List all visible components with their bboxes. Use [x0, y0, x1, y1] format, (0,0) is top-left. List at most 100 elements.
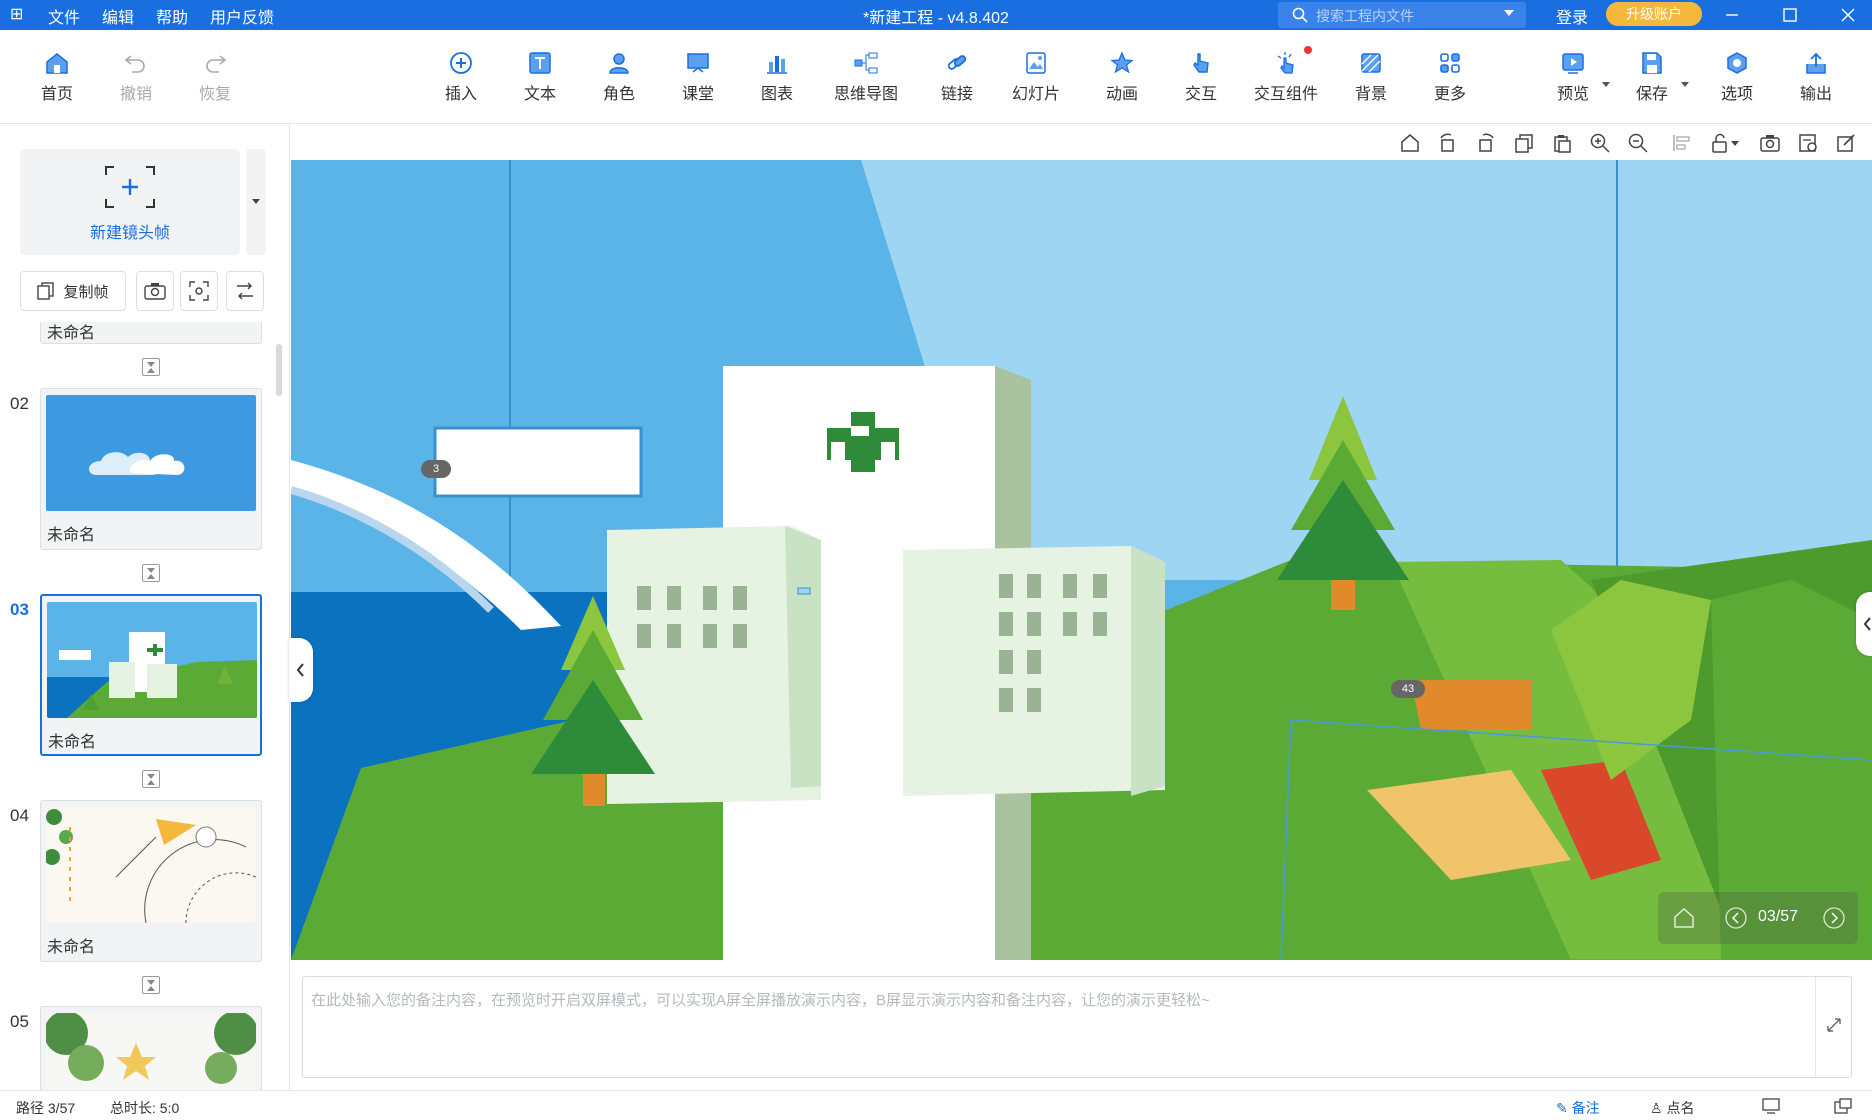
export-button[interactable]: 输出 [1781, 50, 1851, 104]
copy-icon[interactable] [1513, 132, 1535, 154]
text-icon [529, 52, 551, 74]
menu-edit[interactable]: 编辑 [102, 4, 134, 28]
search-dropdown-icon[interactable] [1504, 10, 1514, 16]
interactive-widget-button[interactable]: 交互组件 [1246, 46, 1326, 104]
save-dropdown-icon[interactable] [1681, 82, 1689, 87]
slide-list-scrollbar[interactable] [276, 344, 282, 396]
preview-dropdown-icon[interactable] [1602, 82, 1610, 87]
search-input[interactable]: 搜索工程内文件 [1278, 2, 1526, 28]
menu-file[interactable]: 文件 [48, 4, 80, 28]
grid-icon [1440, 53, 1460, 73]
classroom-button[interactable]: 课堂 [663, 50, 733, 104]
animation-button[interactable]: 动画 [1087, 50, 1157, 104]
home-view-icon[interactable] [1672, 906, 1696, 930]
options-button[interactable]: 选项 [1702, 50, 1772, 104]
undo-button[interactable]: 撤销 [101, 50, 171, 104]
minimize-icon[interactable] [1712, 0, 1752, 30]
transition-icon[interactable] [142, 358, 160, 376]
chevron-left-icon [296, 663, 304, 677]
mindmap-button[interactable]: 思维导图 [826, 50, 906, 104]
transition-icon[interactable] [142, 564, 160, 582]
character-button[interactable]: 角色 [584, 50, 654, 104]
insert-button[interactable]: 插入 [426, 50, 496, 104]
save-label: 保存 [1635, 86, 1668, 103]
editing-canvas[interactable]: 3 43 [291, 160, 1872, 960]
slide-number: 05 [10, 1012, 29, 1031]
close-icon[interactable] [1828, 0, 1868, 30]
text-button[interactable]: 文本 [505, 50, 575, 104]
redo-icon [206, 55, 227, 73]
rotate-right-icon[interactable] [1475, 132, 1497, 154]
screenshot-icon[interactable] [1759, 132, 1781, 154]
options-label: 选项 [1720, 86, 1753, 103]
slide-list[interactable]: 未命名 02 未命名 03 未命名 04 未命名 05 [0, 322, 289, 1090]
mindmap-icon [854, 52, 878, 74]
slide-item-02[interactable]: 未命名 [40, 388, 262, 550]
zoom-in-icon[interactable] [1589, 132, 1611, 154]
slide-item-04[interactable]: 未命名 [40, 800, 262, 962]
maximize-icon[interactable] [1770, 0, 1810, 30]
background-button[interactable]: 背景 [1336, 50, 1406, 104]
capture-frame-button[interactable] [180, 271, 218, 311]
align-left-icon[interactable] [1671, 132, 1693, 154]
screen-icon[interactable] [1762, 1098, 1780, 1114]
lock-dropdown-icon[interactable] [1729, 132, 1741, 154]
copy-frame-button[interactable]: 复制帧 [20, 271, 126, 311]
slide-item-05[interactable] [40, 1006, 262, 1090]
textbox-badge[interactable]: 3 [421, 460, 451, 478]
rotate-left-icon[interactable] [1437, 132, 1459, 154]
transition-icon[interactable] [142, 770, 160, 788]
link-button[interactable]: 链接 [922, 50, 992, 104]
sort-icon [237, 282, 253, 300]
slide-item-01[interactable]: 未命名 [40, 322, 262, 344]
new-frame-button[interactable]: 新建镜头帧 [20, 149, 240, 255]
slide-thumbnail [46, 395, 256, 511]
menu-help[interactable]: 帮助 [156, 4, 188, 28]
chevron-left-icon [1863, 617, 1871, 631]
star-icon [1110, 51, 1134, 74]
object-badge[interactable]: 43 [1391, 680, 1425, 698]
paste-icon[interactable] [1551, 132, 1573, 154]
next-frame-icon[interactable] [1822, 906, 1846, 930]
app-logo-icon[interactable]: ⊞ [10, 4, 23, 24]
notes-toggle-icon: ✎ [1556, 1100, 1572, 1116]
window-mode-icon[interactable] [1834, 1098, 1852, 1114]
chart-button[interactable]: 图表 [742, 50, 812, 104]
frame-settings-button[interactable] [226, 271, 264, 311]
more-button[interactable]: 更多 [1415, 50, 1485, 104]
redo-button[interactable]: 恢复 [180, 50, 250, 104]
edit-icon[interactable] [1835, 132, 1857, 154]
lock-icon[interactable] [1709, 132, 1731, 154]
link-label: 链接 [940, 86, 973, 103]
animation-label: 动画 [1105, 86, 1138, 103]
camera-icon [144, 283, 166, 300]
menu-feedback[interactable]: 用户反馈 [210, 4, 274, 28]
notes-input[interactable]: 在此处输入您的备注内容，在预览时开启双屏模式，可以实现A屏全屏播放演示内容，B屏… [302, 976, 1852, 1078]
notes-toggle[interactable]: ✎ 备注 [1556, 1098, 1600, 1118]
zoom-out-icon[interactable] [1627, 132, 1649, 154]
search-icon [1292, 7, 1308, 23]
slide-item-03[interactable]: 未命名 [40, 594, 262, 756]
slide-thumbnail [46, 807, 256, 923]
preview-button[interactable]: 预览 [1538, 50, 1610, 104]
new-frame-dropdown[interactable] [246, 149, 266, 255]
undo-label: 撤销 [119, 86, 152, 103]
rollcall-button[interactable]: ♙ 点名 [1650, 1098, 1694, 1118]
login-link[interactable]: 登录 [1556, 4, 1588, 28]
save-button[interactable]: 保存 [1617, 50, 1689, 104]
transition-icon[interactable] [142, 976, 160, 994]
prev-frame-icon[interactable] [1724, 906, 1748, 930]
slide-name: 未命名 [48, 734, 97, 751]
interaction-button[interactable]: 交互 [1166, 50, 1236, 104]
snapshot-button[interactable] [136, 271, 174, 311]
upgrade-button[interactable]: 升级账户 [1606, 2, 1702, 26]
slide-number: 04 [10, 806, 29, 825]
slides-button[interactable]: 幻灯片 [1001, 50, 1071, 104]
settings-icon[interactable] [1797, 132, 1819, 154]
home-button[interactable]: 首页 [22, 50, 92, 104]
home-view-icon[interactable] [1399, 132, 1421, 154]
collapse-right-button[interactable] [1856, 592, 1872, 656]
notes-expand-button[interactable] [1815, 977, 1851, 1077]
collapse-left-button[interactable] [289, 638, 313, 702]
new-frame-label: 新建镜头帧 [89, 225, 170, 242]
